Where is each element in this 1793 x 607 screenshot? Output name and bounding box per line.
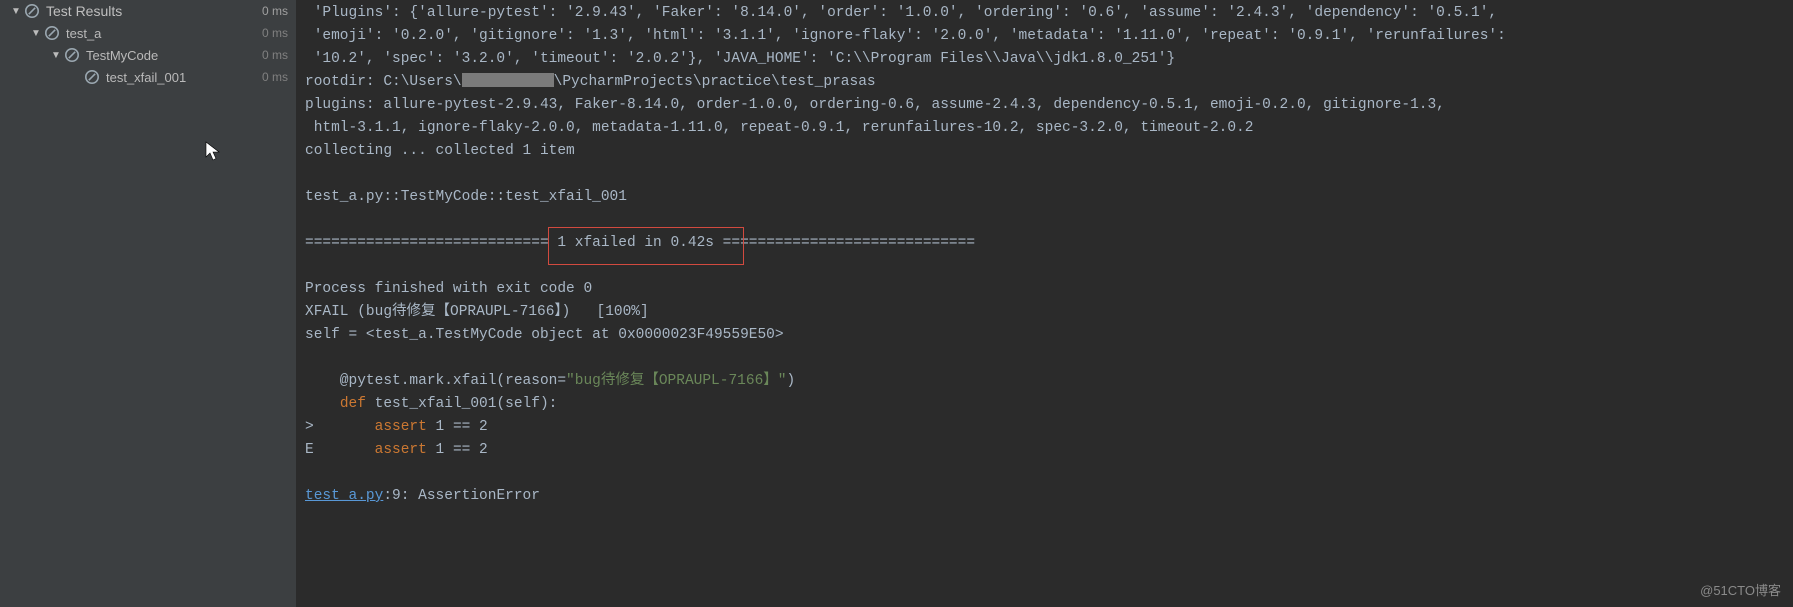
console-line: 'Plugins': {'allure-pytest': '2.9.43', '… <box>305 5 1506 21</box>
watermark: @51CTO博客 <box>1700 580 1781 599</box>
console-summary-highlight: 1 xfailed in 0.42s <box>557 235 714 251</box>
console-line: 1 == 2 <box>436 419 488 435</box>
console-line: test_xfail_001(self): <box>375 396 558 412</box>
tree-item-label: TestMyCode <box>86 48 158 63</box>
tree-item-test-a[interactable]: ▼ test_a 0 ms <box>0 22 296 44</box>
tree-item-time: 0 ms <box>262 70 288 84</box>
console-keyword: assert <box>375 419 436 435</box>
skip-status-icon <box>44 25 60 41</box>
console-line: test_a.py::TestMyCode::test_xfail_001 <box>305 189 636 205</box>
tree-root-label: Test Results <box>46 3 122 19</box>
console-keyword: assert <box>375 442 436 458</box>
console-keyword: def <box>340 396 375 412</box>
console-line: collecting ... collected 1 item <box>305 143 575 159</box>
console-line: XFAIL (bug待修复【OPRAUPL-7166】) [100%] <box>305 304 649 320</box>
console-line: ============================= <box>714 235 975 251</box>
tree-item-label: test_xfail_001 <box>106 70 186 85</box>
console-line: > <box>305 419 375 435</box>
console-line: self = <test_a.TestMyCode object at 0x00… <box>305 327 784 343</box>
tree-root-test-results[interactable]: ▼ Test Results 0 ms <box>0 0 296 22</box>
console-line: 1 == 2 <box>436 442 488 458</box>
tree-item-testmycode[interactable]: ▼ TestMyCode 0 ms <box>0 44 296 66</box>
tree-root-time: 0 ms <box>262 4 288 18</box>
chevron-down-icon: ▼ <box>50 50 62 61</box>
tree-item-time: 0 ms <box>262 48 288 62</box>
chevron-down-icon: ▼ <box>10 6 22 17</box>
test-tree-sidebar: ▼ Test Results 0 ms ▼ test_a 0 ms ▼ Test… <box>0 0 297 607</box>
console-line: Process finished with exit code 0 <box>305 281 592 297</box>
tree-item-time: 0 ms <box>262 26 288 40</box>
console-line: \PycharmProjects\practice\test_prasas <box>554 74 876 90</box>
console-line: '10.2', 'spec': '3.2.0', 'timeout': '2.0… <box>305 51 1175 67</box>
skip-status-icon <box>64 47 80 63</box>
console-line: ============================ <box>305 235 557 251</box>
console-file-link[interactable]: test_a.py <box>305 488 383 504</box>
app-root: ▼ Test Results 0 ms ▼ test_a 0 ms ▼ Test… <box>0 0 1793 607</box>
console-output[interactable]: 'Plugins': {'allure-pytest': '2.9.43', '… <box>297 0 1793 607</box>
console-line: 'emoji': '0.2.0', 'gitignore': '1.3', 'h… <box>305 28 1515 44</box>
console-line: :9: AssertionError <box>383 488 540 504</box>
console-string: "bug待修复【OPRAUPL-7166】" <box>566 373 786 389</box>
tree-item-test-xfail-001[interactable]: test_xfail_001 0 ms <box>0 66 296 88</box>
console-line: ) <box>786 373 795 389</box>
console-line: @pytest.mark.xfail(reason= <box>305 373 566 389</box>
redacted-mask <box>462 73 554 87</box>
chevron-down-icon: ▼ <box>30 28 42 39</box>
console-line: rootdir: C:\Users\ <box>305 74 462 90</box>
skip-status-icon <box>24 3 40 19</box>
console-line: E <box>305 442 375 458</box>
skip-status-icon <box>84 69 100 85</box>
console-line <box>305 396 340 412</box>
console-line: html-3.1.1, ignore-flaky-2.0.0, metadata… <box>305 120 1253 136</box>
tree-item-label: test_a <box>66 26 101 41</box>
console-line: plugins: allure-pytest-2.9.43, Faker-8.1… <box>305 97 1445 113</box>
